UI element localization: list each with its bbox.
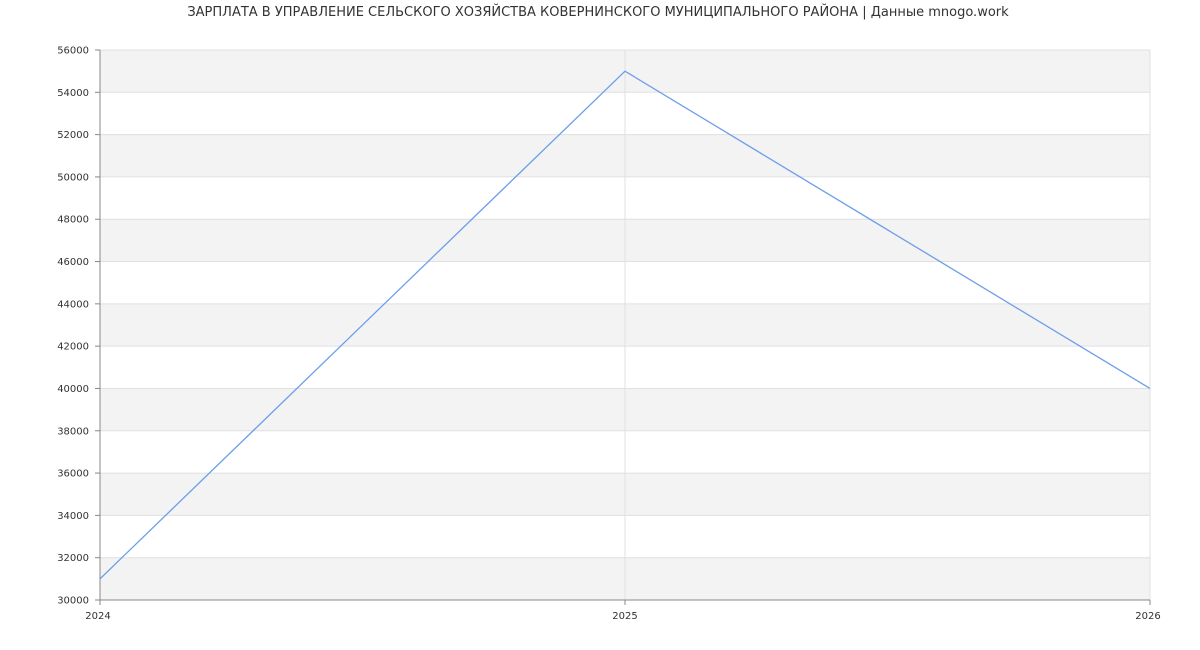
y-tick-label-1: 32000 [57, 553, 89, 564]
y-tick-label-13: 56000 [57, 46, 89, 57]
y-tick-label-3: 36000 [57, 469, 89, 480]
x-tick-labels: 2024 2025 2026 [85, 611, 1160, 622]
y-tick-label-8: 46000 [57, 257, 89, 268]
y-tick-label-9: 48000 [57, 215, 89, 226]
y-tick-label-10: 50000 [57, 172, 89, 183]
x-tick-label-0: 2024 [85, 611, 110, 622]
y-tick-labels: 30000 32000 34000 36000 38000 40000 42000 44000… [57, 46, 89, 607]
y-tick-label-2: 34000 [57, 511, 89, 522]
line-chart: 30000 32000 34000 36000 38000 40000 42000 44000… [57, 46, 1161, 623]
y-tick-label-11: 52000 [57, 130, 89, 141]
y-tick-label-4: 38000 [57, 426, 89, 437]
y-tick-label-12: 54000 [57, 88, 89, 99]
y-tick-label-0: 30000 [57, 596, 89, 607]
y-tick-label-7: 44000 [57, 299, 89, 310]
x-tick-label-1: 2025 [612, 611, 637, 622]
y-tick-label-5: 40000 [57, 384, 89, 395]
y-tick-label-6: 42000 [57, 342, 89, 353]
x-tick-label-2: 2026 [1135, 611, 1160, 622]
